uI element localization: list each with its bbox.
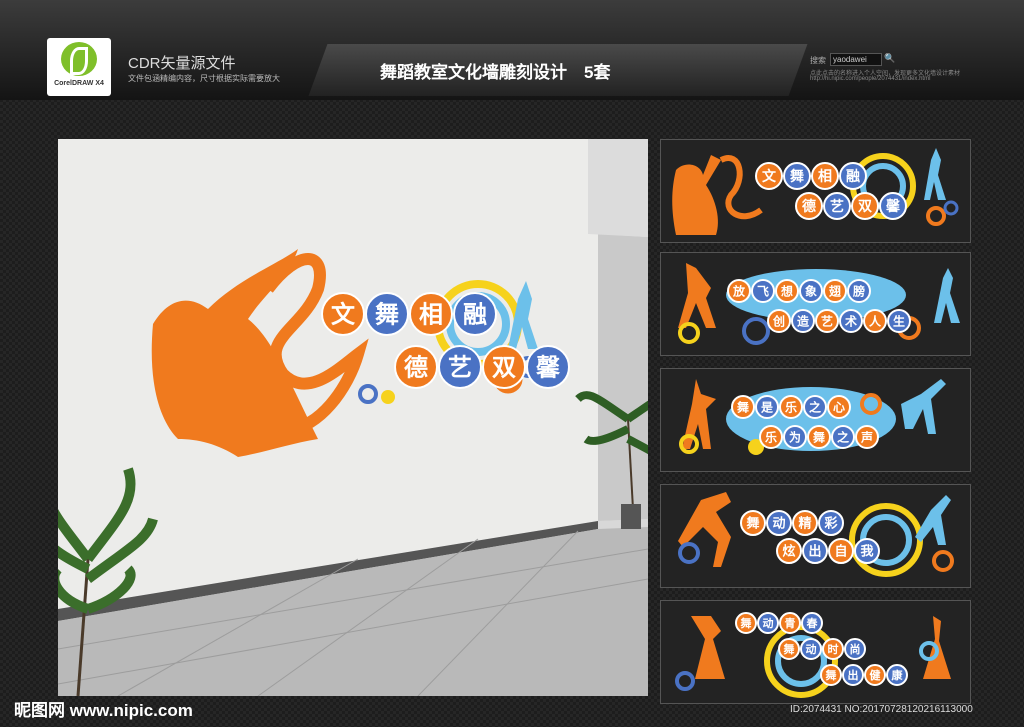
cdr-subtitle: 文件包涵精编内容，尺寸根据实际需要放大 — [128, 74, 280, 83]
slogan-char: 人 — [869, 313, 882, 328]
slogan-char: 膀 — [852, 283, 865, 298]
design-panel-3: 舞是乐之心 乐为舞之声 — [660, 368, 971, 472]
slogan-char: 我 — [860, 544, 873, 559]
slogan-char: 春 — [807, 616, 819, 630]
slogan-char: 动 — [806, 642, 817, 656]
slogan-char: 乐 — [785, 399, 797, 414]
slogan-char: 双 — [858, 198, 872, 214]
slogan-char: 相 — [419, 302, 443, 329]
slogan-char: 康 — [892, 668, 904, 682]
slogan-char: 生 — [893, 313, 905, 328]
slogan-char: 创 — [772, 313, 785, 328]
watermark-id: ID:2074431 NO:20170728120216113000 — [790, 704, 973, 715]
slogan-char: 翅 — [828, 283, 841, 298]
slogan-char: 德 — [404, 354, 428, 382]
search-label: 搜索 — [810, 56, 826, 65]
slogan-char: 是 — [760, 400, 774, 414]
room-mockup: 文舞相融 德艺双馨 — [58, 139, 648, 696]
slogan-char: 术 — [844, 313, 857, 328]
slogan-char: 舞 — [745, 516, 759, 531]
slogan-char: 出 — [808, 544, 821, 559]
slogan-char: 舞 — [741, 616, 752, 630]
slogan-char: 象 — [805, 283, 817, 298]
slogan-char: 舞 — [375, 302, 399, 329]
search-input[interactable]: yaodawei — [830, 53, 882, 66]
slogan-char: 融 — [846, 168, 860, 184]
slogan-char: 之 — [837, 429, 849, 444]
search-icon[interactable]: 🔍 — [884, 53, 895, 64]
slogan-char: 艺 — [448, 355, 472, 382]
design-panel-2: 放飞想象翅膀 创造艺术人生 — [660, 252, 971, 356]
cdr-title: CDR矢量源文件 — [128, 55, 236, 72]
slogan-char: 双 — [492, 355, 516, 382]
slogan-char: 馨 — [536, 355, 561, 382]
coreldraw-logo: CorelDRAW X4 — [47, 38, 111, 96]
slogan-char: 动 — [772, 516, 785, 531]
coreldraw-icon — [61, 42, 97, 76]
slogan-char: 彩 — [823, 516, 837, 531]
slogan-char: 馨 — [885, 198, 901, 214]
slogan-char: 自 — [834, 544, 847, 559]
design-panel-4: 舞动精彩 炫出自我 — [660, 484, 971, 588]
slogan-char: 融 — [463, 302, 487, 329]
page-title: 舞蹈教室文化墙雕刻设计 5套 — [380, 63, 611, 82]
slogan-char: 精 — [798, 516, 811, 531]
slogan-char: 文 — [762, 168, 777, 184]
slogan-char: 舞 — [736, 399, 749, 414]
slogan-char: 出 — [848, 668, 859, 682]
slogan-char: 相 — [818, 168, 832, 184]
slogan-char: 动 — [763, 616, 774, 630]
slogan-char: 舞 — [784, 642, 795, 656]
slogan-char: 想 — [780, 283, 793, 298]
slogan-char: 文 — [331, 301, 356, 329]
slogan-char: 青 — [785, 616, 796, 630]
slogan-char: 时 — [828, 642, 839, 656]
slogan-char: 放 — [732, 283, 746, 298]
slogan-char: 健 — [870, 668, 882, 682]
slogan-char: 舞 — [790, 168, 804, 184]
design-panel-1: 文舞相融 德艺双馨 — [660, 139, 971, 243]
slogan-char: 艺 — [821, 313, 833, 328]
author-url[interactable]: http://hi.nipic.com/people/2074431/index… — [810, 76, 930, 82]
slogan-char: 飞 — [757, 284, 769, 298]
slogan-char: 炫 — [782, 544, 795, 559]
design-panel-5: 舞动青春 舞动时尚 舞出健康 — [660, 600, 971, 704]
slogan-char: 德 — [802, 198, 816, 214]
slogan-char: 舞 — [826, 668, 837, 682]
slogan-char: 乐 — [765, 429, 777, 444]
slogan-char: 尚 — [850, 642, 861, 656]
slogan-char: 造 — [797, 313, 810, 328]
slogan-char: 之 — [809, 399, 821, 414]
slogan-char: 为 — [789, 429, 801, 444]
ceiling — [588, 139, 648, 237]
logo-text: CorelDRAW X4 — [54, 80, 104, 87]
side-wall — [598, 234, 648, 521]
slogan-char: 舞 — [812, 429, 825, 444]
slogan-char: 艺 — [830, 198, 844, 214]
watermark-site: 昵图网 www.nipic.com — [14, 701, 193, 720]
slogan-char: 心 — [833, 400, 845, 414]
slogan-char: 声 — [860, 429, 873, 444]
